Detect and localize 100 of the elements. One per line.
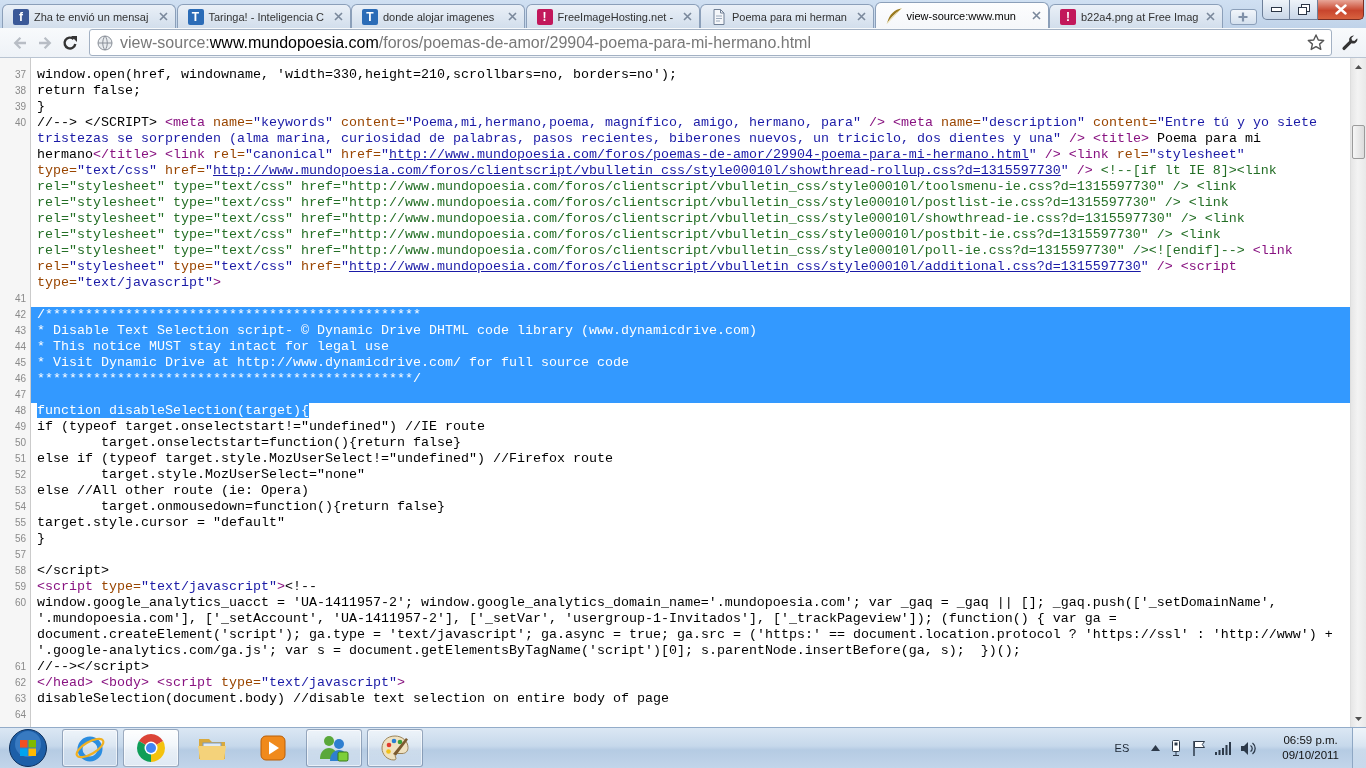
line-number: 53 xyxy=(13,484,27,498)
address-field[interactable]: view-source:www.mundopoesia.com/foros/poemas-de-amor/29904-poema-para-mi-hermano.html xyxy=(89,29,1332,56)
code-line: target.onselectstart=function(){return false} xyxy=(100,435,461,450)
line-number: 49 xyxy=(13,420,27,434)
code-line: </script> xyxy=(37,563,109,578)
globe-icon xyxy=(97,34,113,51)
close-icon xyxy=(1334,4,1347,15)
code-line: target.style.cursor = "default" xyxy=(37,515,285,530)
line-number: 44 xyxy=(13,340,27,354)
browser-tab[interactable]: T donde alojar imagenes xyxy=(351,4,525,28)
line-number: 52 xyxy=(13,468,27,482)
site-logo: ! xyxy=(1060,8,1076,25)
signal-icon[interactable] xyxy=(1215,741,1232,755)
site-logo: ! xyxy=(536,8,553,25)
scrollbar[interactable] xyxy=(1350,58,1366,727)
code-line: else if (typeof target.style.MozUserSelect!="undefined") //Firefox route xyxy=(37,451,613,466)
line-number: 50 xyxy=(13,436,27,450)
site-logo: f xyxy=(13,8,29,25)
palette-icon xyxy=(379,732,411,764)
code-line: window.google_analytics_uacct = 'UA-1411957-2'; window.google_analytics_domain_name='.mundopoesia.com'; var _gaq = _gaq || []; _gaq.push(['_setDomainName', '.mundopoesia.com'], ['_setAccount', 'UA-1411957-2'], ['_setVar', 'usergroup-1-Invitados'], ['_trackPageview']); (function() { var ga = document.createElement('script'); ga.type = 'text/javascript'; ga.async = true; ga.src = ('https:' == document.location.protocol ? 'https://ssl' : 'http://www') + '.google-analytics.com/ga.js'; var s = document.getElementsByTagName('script')[0]; s.parentNode.insertBefore(ga, s); })(); xyxy=(37,595,1334,658)
code-line: <script type="text/javascript"><!-- xyxy=(37,579,317,594)
flag-logo-icon xyxy=(8,728,48,768)
restore-button[interactable] xyxy=(1290,0,1318,20)
line-number: 43 xyxy=(13,324,27,338)
browser-tab[interactable]: Poema para mi herman xyxy=(700,4,874,28)
code-line: window.open(href, windowname, 'width=330,height=210,scrollbars=no, borders=no'); xyxy=(37,67,677,82)
line-number: 55 xyxy=(13,516,27,530)
browser-tab[interactable]: ! b22a4.png at Free Imag xyxy=(1049,4,1223,28)
line-number: 54 xyxy=(13,500,27,514)
close-icon[interactable] xyxy=(1031,11,1041,20)
line-number: 60 xyxy=(13,596,27,610)
restore-icon xyxy=(1297,4,1310,15)
line-number: 48 xyxy=(13,404,27,418)
caret-up-icon[interactable] xyxy=(1151,745,1161,751)
scrollbar-thumb[interactable] xyxy=(1352,125,1365,159)
line-number: 42 xyxy=(13,308,27,322)
plus-icon xyxy=(1238,12,1248,22)
taskbar-button[interactable] xyxy=(306,729,362,767)
code-line: } xyxy=(37,531,45,546)
clock[interactable]: 06:59 p.m. 09/10/2011 xyxy=(1275,733,1346,763)
code-line: } xyxy=(37,99,45,114)
code-line: else //All other route (ie: Opera) xyxy=(37,483,309,498)
back-arrow-icon xyxy=(12,34,28,51)
language-indicator[interactable]: ES xyxy=(1114,742,1130,754)
minimize-icon xyxy=(1270,7,1282,12)
line-number: 62 xyxy=(13,676,27,690)
close-icon[interactable] xyxy=(857,12,866,21)
speaker-icon[interactable] xyxy=(1240,740,1257,756)
line-number: 39 xyxy=(13,100,27,114)
line-number: 40 xyxy=(13,116,27,130)
code-line: disableSelection(document.body) //disable text selection on entire body of page xyxy=(37,691,669,706)
wrench-icon xyxy=(1341,33,1359,52)
forward-arrow-icon xyxy=(37,34,53,51)
taskbar-button[interactable] xyxy=(62,729,118,767)
page-icon xyxy=(711,8,727,25)
taskbar-button[interactable] xyxy=(123,729,179,767)
line-number: 41 xyxy=(13,292,27,306)
taskbar-button[interactable] xyxy=(367,729,423,767)
site-logo: T xyxy=(187,8,204,25)
caret-up-icon[interactable] xyxy=(1355,64,1362,69)
close-icon[interactable] xyxy=(682,12,692,21)
line-number: 38 xyxy=(13,84,27,98)
close-icon[interactable] xyxy=(333,12,343,21)
star-icon[interactable] xyxy=(1307,34,1325,51)
line-number: 58 xyxy=(13,564,27,578)
minimize-button[interactable] xyxy=(1262,0,1290,20)
line-number: 59 xyxy=(13,580,27,594)
line-number: 61 xyxy=(13,660,27,674)
line-number: 56 xyxy=(13,532,27,546)
browser-tab[interactable]: ! FreeImageHosting.net - xyxy=(525,4,700,28)
segmented-ball-icon xyxy=(135,732,167,764)
site-logo: T xyxy=(362,8,378,25)
line-number: 45 xyxy=(13,356,27,370)
code-line: //--> </SCRIPT> <meta name="keywords" content="Poema,mi,hermano,poema, magnífico, amigo, hermano, para" /> <meta name="description" content="Entre tú y yo siete tristezas se sorprenden (alma marina, curiosidad de palabras, pasos recientes, biberones nuevos, un triciclo, dos dientes y una" /> <title> Poema para mi hermano</title> <link rel="canonical" href="http://www.mundopoesia.com/foros/poemas-de-amor/29904-poema-para-mi-hermano.html" /> <link rel="stylesheet" type="text/css" href="http://www.mundopoesia.com/foros/clientscript/vbulletin_css/style00010l/showthread-rollup.css?d=1315597730" /> <!--[if lt IE 8]><link rel="stylesheet" type="text/css" href="http://www.mundopoesia.com/foros/clientscript/vbulletin_css/style00010l/toolsmenu-ie.css?d=1315597730" /> <link rel="stylesheet" type="text/css" href="http://www.mundopoesia.com/foros/clientscript/vbulletin_css/style00010l/postlist-ie.css?d=1315597730" /> <link rel="stylesheet" type="text/css" href="http://www.mundopoesia.com/foros/clientscript/vbulletin_css/style00010l/showthread-ie.css?d=1315597730" /> <link rel="stylesheet" type="text/css" href="http://www.mundopoesia.com/foros/clientscript/vbulletin_css/style00010l/postbit-ie.css?d=1315597730" /> <link rel="stylesheet" type="text/css" href="http://www.mundopoesia.com/foros/clientscript/vbulletin_css/style00010l/poll-ie.css?d=1315597730" /><![endif]--> <link rel="stylesheet" type="text/css" href="http://www.mundopoesia.com/foros/clientscript/vbulletin_css/style00010l/additional.css?d=1315597730" /> <script type="text/javascript"> xyxy=(37,115,1318,290)
show-desktop-button[interactable] xyxy=(1352,728,1366,768)
line-number: 37 xyxy=(13,68,27,82)
close-button[interactable] xyxy=(1318,0,1364,20)
code-line: target.onmousedown=function(){return false} xyxy=(100,499,445,514)
close-icon[interactable] xyxy=(159,12,168,21)
code-line: target.style.MozUserSelect="none" xyxy=(100,467,365,482)
browser-tab[interactable]: T Taringa! - Inteligencia C xyxy=(176,4,351,28)
quill-icon xyxy=(885,7,902,24)
code-line: if (typeof target.onselectstart!="undefined") //IE route xyxy=(37,419,485,434)
line-number: 64 xyxy=(13,708,27,722)
line-number: 63 xyxy=(13,692,27,706)
new-tab-button[interactable] xyxy=(1229,9,1257,25)
line-number: 47 xyxy=(13,388,27,402)
line-number: 51 xyxy=(13,452,27,466)
code-line: return false; xyxy=(37,83,141,98)
close-icon[interactable] xyxy=(1206,12,1215,21)
browser-tab[interactable]: view-source:www.mun xyxy=(874,2,1049,28)
caret-down-icon[interactable] xyxy=(1355,716,1362,721)
play-icon xyxy=(257,732,289,764)
flag-icon[interactable] xyxy=(1192,740,1207,756)
code-line: //--></script> xyxy=(37,659,149,674)
close-icon[interactable] xyxy=(508,12,517,21)
line-number: 46 xyxy=(13,372,27,386)
code-line: </head> <body> <script type="text/javascript"> xyxy=(37,675,405,690)
browser-tab[interactable]: f Zha te envió un mensaj xyxy=(2,4,176,28)
reload-icon xyxy=(62,34,78,51)
